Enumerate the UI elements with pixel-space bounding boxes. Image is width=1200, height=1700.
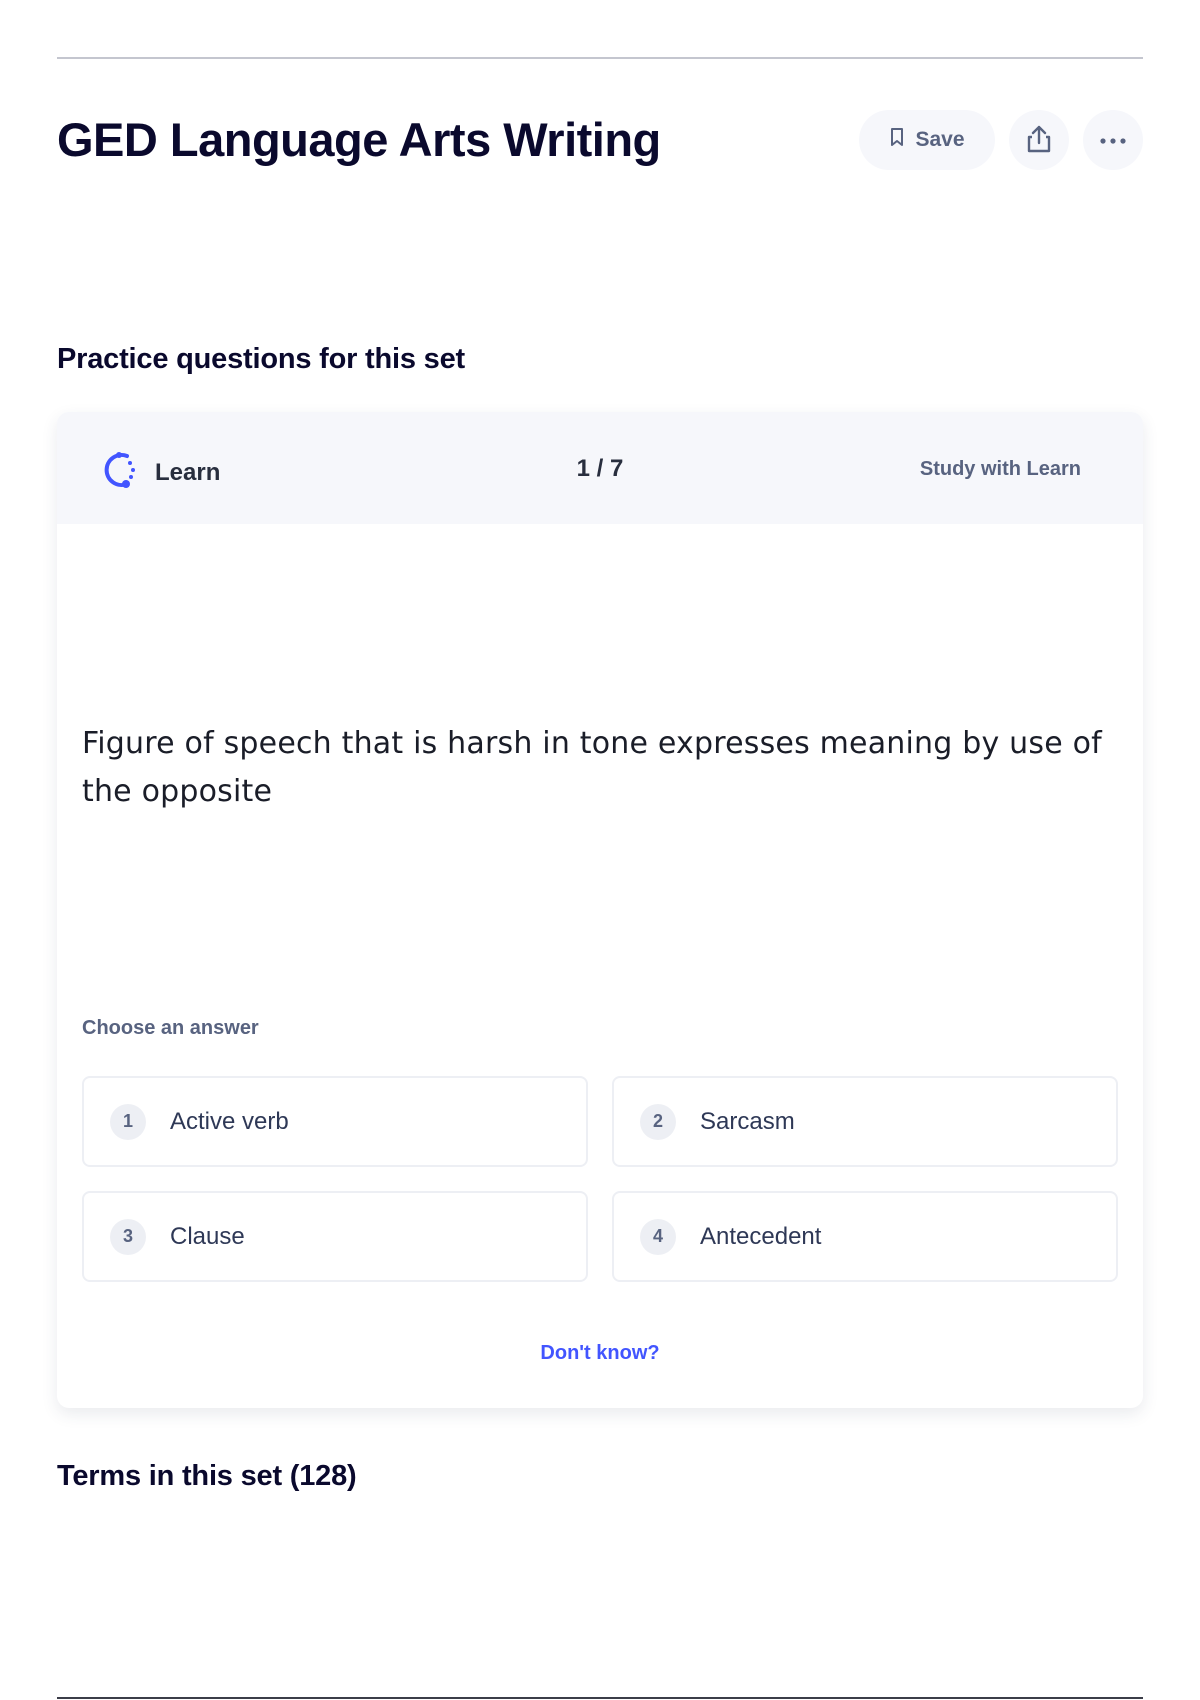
save-label: Save [915, 128, 965, 151]
more-options-button[interactable] [1083, 110, 1143, 170]
answer-text: Antecedent [700, 1222, 822, 1250]
dont-know-container: Don't know? [57, 1342, 1143, 1365]
study-with-learn-link[interactable]: Study with Learn [920, 458, 1081, 481]
answer-option-2[interactable]: 2 Sarcasm [612, 1076, 1118, 1167]
learn-mode-brand: Learn [97, 449, 220, 496]
answer-number-badge: 4 [640, 1218, 676, 1255]
header-actions: Save [859, 110, 1143, 170]
answer-text: Clause [170, 1222, 245, 1250]
dont-know-link[interactable]: Don't know? [540, 1342, 659, 1364]
answer-options: 1 Active verb 2 Sarcasm 3 Clause 4 Antec… [82, 1076, 1118, 1282]
learn-icon [97, 449, 139, 496]
answer-option-3[interactable]: 3 Clause [82, 1191, 588, 1282]
share-button[interactable] [1009, 110, 1069, 170]
answer-option-1[interactable]: 1 Active verb [82, 1076, 588, 1167]
top-divider [57, 57, 1143, 59]
bookmark-icon [889, 127, 905, 153]
answer-text: Active verb [170, 1107, 289, 1135]
practice-question-card: Learn 1 / 7 Study with Learn Figure of s… [57, 412, 1143, 1408]
question-text: Figure of speech that is harsh in tone e… [82, 726, 1102, 809]
answer-text: Sarcasm [700, 1107, 795, 1135]
page-title: GED Language Arts Writing [57, 113, 661, 166]
share-icon [1026, 124, 1052, 157]
terms-heading: Terms in this set (128) [57, 1460, 357, 1492]
card-header: Learn 1 / 7 Study with Learn [57, 412, 1143, 524]
save-button[interactable]: Save [859, 110, 995, 170]
more-icon [1099, 133, 1127, 148]
answer-number-badge: 2 [640, 1103, 676, 1140]
answer-option-4[interactable]: 4 Antecedent [612, 1191, 1118, 1282]
bottom-divider [57, 1697, 1143, 1699]
practice-questions-heading: Practice questions for this set [57, 343, 465, 375]
learn-mode-label: Learn [155, 458, 221, 486]
answer-number-badge: 1 [110, 1103, 146, 1140]
choose-answer-label: Choose an answer [82, 1017, 259, 1039]
answer-number-badge: 3 [110, 1218, 146, 1255]
